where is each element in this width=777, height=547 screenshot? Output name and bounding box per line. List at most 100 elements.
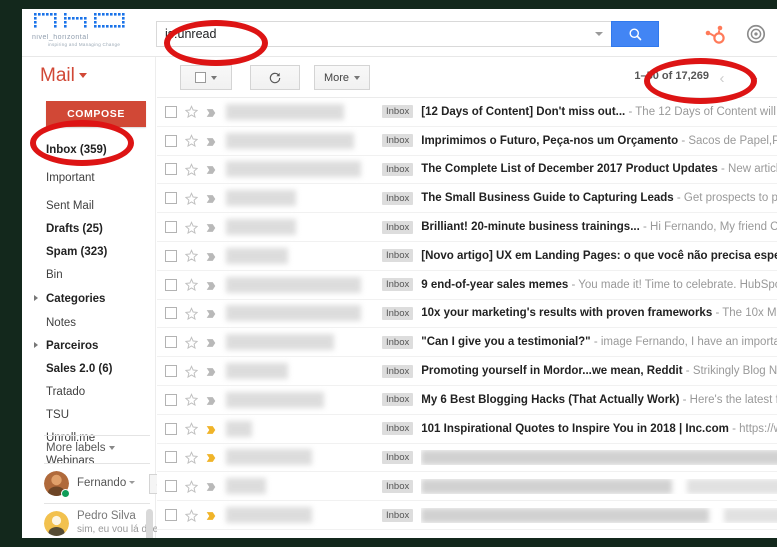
search-button[interactable] <box>611 21 659 47</box>
star-icon[interactable] <box>185 307 198 320</box>
star-icon[interactable] <box>185 278 198 291</box>
importance-marker-icon[interactable] <box>205 509 217 521</box>
mail-dropdown[interactable]: Mail <box>40 65 87 87</box>
row-checkbox[interactable] <box>165 336 177 348</box>
sidebar-item-spam-323[interactable]: Spam (323) <box>22 241 156 262</box>
sidebar-item-sent-mail[interactable]: Sent Mail <box>22 195 156 216</box>
star-icon[interactable] <box>185 393 198 406</box>
importance-marker-icon[interactable] <box>205 336 217 348</box>
compose-button[interactable]: COMPOSE <box>46 101 146 127</box>
mail-label-tag[interactable]: Inbox <box>382 393 413 406</box>
roster-item[interactable]: Pedro Silvasim, eu vou lá directo <box>44 509 154 538</box>
table-row[interactable]: Inbox101 Inspirational Quotes to Inspire… <box>157 415 777 444</box>
row-checkbox[interactable] <box>165 365 177 377</box>
importance-marker-icon[interactable] <box>205 135 217 147</box>
sidebar-item-drafts-25[interactable]: Drafts (25) <box>22 218 156 239</box>
sidebar-item-sales-2-0-6[interactable]: Sales 2.0 (6) <box>22 358 156 379</box>
row-checkbox[interactable] <box>165 423 177 435</box>
table-row[interactable]: InboxThe Complete List of December 2017 … <box>157 156 777 185</box>
sidebar-item-tsu[interactable]: TSU <box>22 404 156 425</box>
star-icon[interactable] <box>185 221 198 234</box>
search-input[interactable] <box>157 23 577 45</box>
sidebar-item-categories[interactable]: Categories <box>22 288 156 309</box>
row-checkbox[interactable] <box>165 509 177 521</box>
importance-marker-icon[interactable] <box>205 451 217 463</box>
star-icon[interactable] <box>185 249 198 262</box>
mail-label-tag[interactable]: Inbox <box>382 365 413 378</box>
star-icon[interactable] <box>185 480 198 493</box>
sidebar-item-important[interactable]: Important <box>22 167 156 188</box>
chat-self-row[interactable]: Fernando + <box>44 469 154 499</box>
select-all-checkbox[interactable] <box>195 72 206 83</box>
star-icon[interactable] <box>185 134 198 147</box>
importance-marker-icon[interactable] <box>205 250 217 262</box>
table-row[interactable]: Inbox <box>157 444 777 473</box>
hubspot-sprocket-icon[interactable] <box>703 22 727 46</box>
more-actions-button[interactable]: More <box>314 65 370 90</box>
mail-label-tag[interactable]: Inbox <box>382 451 413 464</box>
mail-label-tag[interactable]: Inbox <box>382 336 413 349</box>
chevron-down-icon[interactable] <box>595 32 603 36</box>
star-icon[interactable] <box>185 365 198 378</box>
sidebar-item-parceiros[interactable]: Parceiros <box>22 335 156 356</box>
importance-marker-icon[interactable] <box>205 221 217 233</box>
expand-triangle-icon[interactable] <box>34 295 38 301</box>
refresh-button[interactable] <box>250 65 300 90</box>
table-row[interactable]: InboxBrilliant! 20-minute business train… <box>157 213 777 242</box>
row-checkbox[interactable] <box>165 250 177 262</box>
table-row[interactable]: Inbox"Can I give you a testimonial?" - i… <box>157 328 777 357</box>
row-checkbox[interactable] <box>165 106 177 118</box>
mail-label-tag[interactable]: Inbox <box>382 163 413 176</box>
mail-label-tag[interactable]: Inbox <box>382 509 413 522</box>
mail-label-tag[interactable]: Inbox <box>382 278 413 291</box>
row-checkbox[interactable] <box>165 480 177 492</box>
table-row[interactable]: InboxPromoting yourself in Mordor...we m… <box>157 357 777 386</box>
select-all-dropdown[interactable] <box>180 65 232 90</box>
row-checkbox[interactable] <box>165 163 177 175</box>
mail-label-tag[interactable]: Inbox <box>382 105 413 118</box>
importance-marker-icon[interactable] <box>205 423 217 435</box>
importance-marker-icon[interactable] <box>205 192 217 204</box>
table-row[interactable]: InboxMy 6 Best Blogging Hacks (That Actu… <box>157 386 777 415</box>
table-row[interactable]: Inbox <box>157 472 777 501</box>
roster-scrollbar[interactable] <box>146 509 153 538</box>
star-icon[interactable] <box>185 451 198 464</box>
table-row[interactable]: Inbox[Novo artigo] UX em Landing Pages: … <box>157 242 777 271</box>
importance-marker-icon[interactable] <box>205 394 217 406</box>
row-checkbox[interactable] <box>165 192 177 204</box>
table-row[interactable]: Inbox[12 Days of Content] Don't miss out… <box>157 98 777 127</box>
mail-label-tag[interactable]: Inbox <box>382 480 413 493</box>
mail-label-tag[interactable]: Inbox <box>382 422 413 435</box>
table-row[interactable]: InboxImprimimos o Futuro, Peça-nos um Or… <box>157 127 777 156</box>
table-row[interactable]: Inbox10x your marketing's results with p… <box>157 300 777 329</box>
row-checkbox[interactable] <box>165 221 177 233</box>
chat-self-name[interactable]: Fernando <box>77 477 135 489</box>
sidebar-item-tratado[interactable]: Tratado <box>22 381 156 402</box>
star-icon[interactable] <box>185 509 198 522</box>
importance-marker-icon[interactable] <box>205 106 217 118</box>
sidebar-item-bin[interactable]: Bin <box>22 264 156 285</box>
mail-label-tag[interactable]: Inbox <box>382 192 413 205</box>
table-row[interactable]: Inbox <box>157 501 777 530</box>
nivel-horizontal-logo[interactable]: nivel_horizontal inspiring and Managing … <box>32 11 154 55</box>
importance-marker-icon[interactable] <box>205 163 217 175</box>
star-icon[interactable] <box>185 192 198 205</box>
mail-label-tag[interactable]: Inbox <box>382 249 413 262</box>
gear-icon[interactable] <box>745 23 767 45</box>
sidebar-item-notes[interactable]: Notes <box>22 312 156 333</box>
table-row[interactable]: InboxThe Small Business Guide to Capturi… <box>157 184 777 213</box>
star-icon[interactable] <box>185 105 198 118</box>
row-checkbox[interactable] <box>165 135 177 147</box>
mail-label-tag[interactable]: Inbox <box>382 221 413 234</box>
row-checkbox[interactable] <box>165 307 177 319</box>
mail-label-tag[interactable]: Inbox <box>382 134 413 147</box>
importance-marker-icon[interactable] <box>205 307 217 319</box>
row-checkbox[interactable] <box>165 451 177 463</box>
importance-marker-icon[interactable] <box>205 480 217 492</box>
search-box[interactable] <box>156 21 611 47</box>
expand-triangle-icon[interactable] <box>34 342 38 348</box>
star-icon[interactable] <box>185 336 198 349</box>
star-icon[interactable] <box>185 422 198 435</box>
sidebar-item-inbox-359[interactable]: Inbox (359) <box>22 139 156 160</box>
table-row[interactable]: Inbox9 end-of-year sales memes - You mad… <box>157 271 777 300</box>
